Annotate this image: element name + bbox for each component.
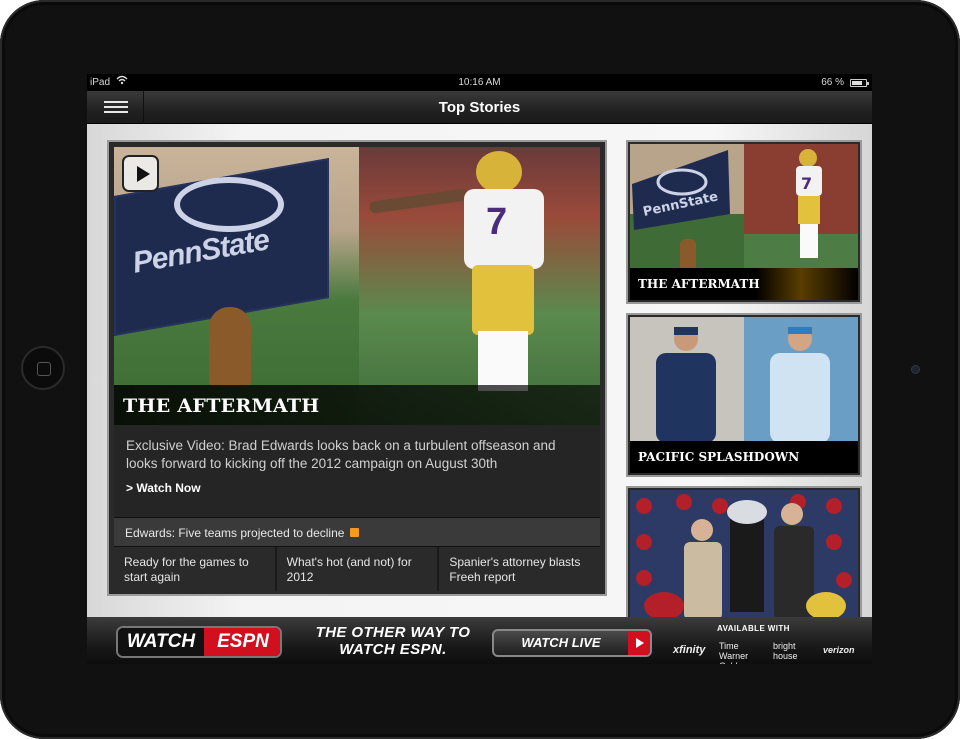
- story-summary: Exclusive Video: Brad Edwards looks back…: [126, 438, 556, 471]
- partner-xfinity: xfinity: [673, 644, 706, 656]
- side-story-pacific-splashdown[interactable]: PACIFIC SPLASHDOWN: [626, 313, 862, 477]
- watchespn-ad-banner[interactable]: WATCH ESPN THE OTHER WAY TO WATCH ESPN. …: [87, 617, 872, 664]
- helmet: [476, 151, 522, 193]
- headline-link-text: Edwards: Five teams projected to decline: [125, 526, 345, 540]
- rss-icon: [350, 528, 360, 538]
- legs: [478, 331, 528, 391]
- pants: [472, 265, 534, 335]
- headline-link[interactable]: Edwards: Five teams projected to decline: [114, 517, 600, 547]
- svg-text:7: 7: [801, 174, 812, 193]
- battery-icon: [850, 79, 869, 87]
- status-bar: iPad 10:16 AM 66 %: [87, 74, 872, 91]
- lsu-player: 7: [464, 151, 544, 391]
- partner-time-warner: Time Warner Cable: [719, 641, 749, 664]
- screen: iPad 10:16 AM 66 % Top Stories PennState…: [87, 74, 872, 664]
- camera-icon: [911, 365, 920, 374]
- watch-now-link[interactable]: > Watch Now: [126, 481, 588, 495]
- related-link-3[interactable]: Spanier's attorney blasts Freeh report: [439, 547, 601, 591]
- ipad-frame: iPad 10:16 AM 66 % Top Stories PennState…: [0, 0, 960, 739]
- side-story-aftermath[interactable]: PennState 7 THE AFTERMATH: [626, 140, 862, 304]
- main-story-card: PennState 7 THE AFTERMATH Exclusive Vide…: [107, 140, 607, 596]
- logo-watch-text: WATCH: [118, 628, 204, 656]
- main-story-description: Exclusive Video: Brad Edwards looks back…: [114, 425, 600, 517]
- battery-percent: 66 %: [821, 77, 844, 88]
- partner-bright-house: bright house: [773, 641, 798, 661]
- watch-live-button[interactable]: WATCH LIVE: [492, 629, 652, 657]
- nittany-lion-logo: [174, 177, 284, 232]
- side-story-image: PACIFIC SPLASHDOWN: [630, 317, 858, 473]
- nav-bar: Top Stories: [87, 91, 872, 124]
- home-button[interactable]: [21, 346, 65, 390]
- side-story-caption: PACIFIC SPLASHDOWN: [630, 441, 858, 473]
- top-stories-content: PennState 7 THE AFTERMATH Exclusive Vide…: [87, 124, 872, 617]
- logo-espn-text: ESPN: [204, 628, 280, 656]
- mascot-figure: [209, 307, 251, 387]
- watch-live-label: WATCH LIVE: [521, 635, 601, 650]
- status-time: 10:16 AM: [458, 77, 501, 88]
- side-story-caption: THE AFTERMATH: [630, 268, 858, 300]
- play-arrow-icon: [628, 631, 650, 655]
- partner-verizon: verizon: [823, 645, 855, 655]
- main-story-caption: THE AFTERMATH: [123, 395, 320, 417]
- side-story-bcs-trophy[interactable]: [626, 486, 862, 617]
- watchespn-logo: WATCH ESPN: [116, 626, 282, 658]
- available-with-label: AVAILABLE WITH: [717, 624, 790, 633]
- page-title: Top Stories: [438, 99, 521, 116]
- related-link-2[interactable]: What's hot (and not) for 2012: [276, 547, 440, 591]
- main-story-image[interactable]: PennState 7 THE AFTERMATH: [114, 147, 600, 425]
- play-video-button[interactable]: [122, 155, 159, 192]
- jersey-number: 7: [486, 201, 508, 243]
- side-story-image: [630, 490, 858, 617]
- side-story-image: PennState 7 THE AFTERMATH: [630, 144, 858, 300]
- related-links: Ready for the games to start again What'…: [114, 547, 601, 591]
- related-link-1[interactable]: Ready for the games to start again: [114, 547, 277, 591]
- ad-tagline: THE OTHER WAY TO WATCH ESPN.: [315, 624, 471, 658]
